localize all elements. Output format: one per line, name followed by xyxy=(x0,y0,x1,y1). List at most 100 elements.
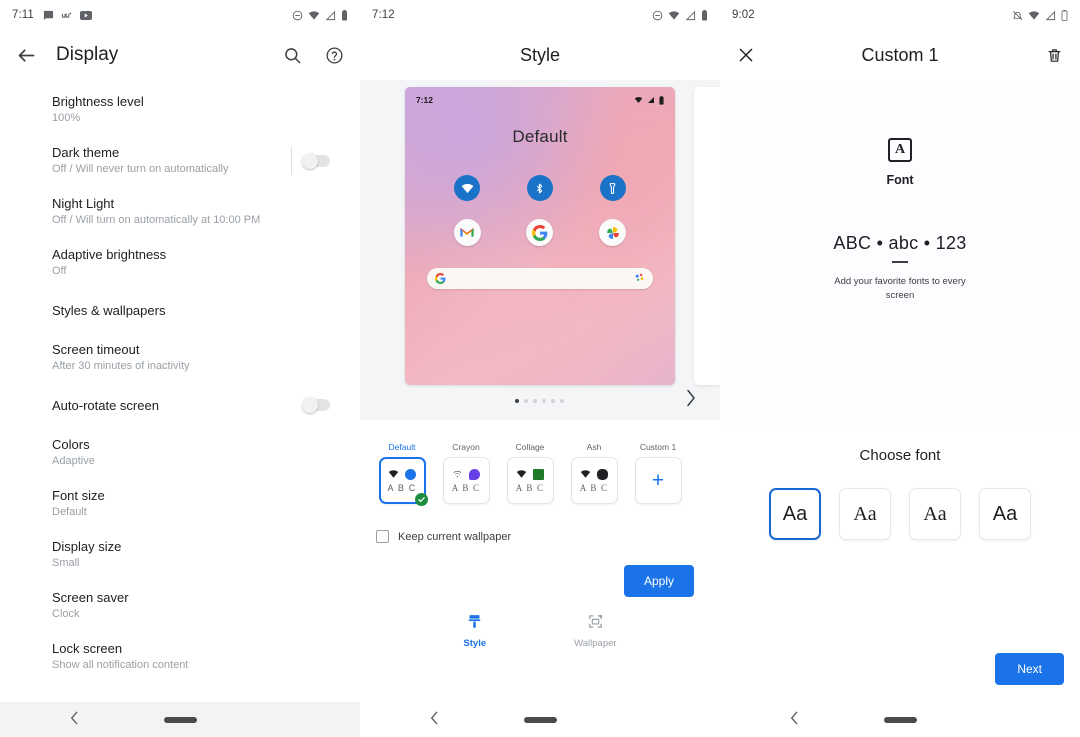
apply-button-row: Apply xyxy=(360,543,720,597)
settings-row-auto-rotate-screen[interactable]: Auto-rotate screen xyxy=(0,383,360,427)
wifi-icon xyxy=(388,470,399,478)
thumb-label: Custom 1 xyxy=(639,442,677,452)
row-subtitle: Off / Will never turn on automatically xyxy=(52,163,229,175)
home-screen-preview[interactable]: 7:12 Default xyxy=(405,87,675,385)
row-subtitle: Show all notification content xyxy=(52,659,189,671)
settings-row-night-light[interactable]: Night Light Off / Will turn on automatic… xyxy=(0,186,360,237)
settings-row-lock-screen[interactable]: Lock screen Show all notification conten… xyxy=(0,631,360,682)
page-dot[interactable] xyxy=(560,398,564,403)
home-pill[interactable] xyxy=(883,716,917,723)
system-nav-bar xyxy=(0,702,360,737)
wallpaper-icon xyxy=(587,613,604,635)
tab-label: Wallpaper xyxy=(574,638,617,649)
thumb-box[interactable]: A B C xyxy=(570,457,618,504)
wallpaper-preview-stage: 7:12 Default xyxy=(360,80,720,420)
row-texts: Font size Default xyxy=(52,487,344,520)
row-title: Styles & wallpapers xyxy=(52,302,166,318)
plus-icon: + xyxy=(651,469,665,492)
thumb-box[interactable]: A B C xyxy=(442,457,490,504)
row-subtitle: Default xyxy=(52,506,87,518)
brush-icon xyxy=(466,613,483,635)
dnd-icon xyxy=(652,10,663,20)
chat-icon xyxy=(43,10,54,20)
custom-style-font-screen: 9:02 Custom 1 A Font ABC • abc • 123 Add… xyxy=(720,0,1080,737)
font-tile-3[interactable]: Aa xyxy=(909,488,961,540)
shape-swatch-square xyxy=(533,468,544,480)
battery-icon xyxy=(1061,9,1068,21)
status-bar: 7:12 xyxy=(360,0,720,30)
tab-wallpaper[interactable]: Wallpaper xyxy=(574,613,617,649)
font-tile-4[interactable]: Aa xyxy=(979,488,1031,540)
hero-description: Add your favorite fonts to every screen xyxy=(834,275,966,301)
thumb-icons xyxy=(580,468,608,480)
settings-row-styles-wallpapers[interactable]: Styles & wallpapers xyxy=(0,288,360,332)
display-app-bar: Display xyxy=(0,30,360,80)
settings-row-dark-theme[interactable]: Dark theme Off / Will never turn on auto… xyxy=(0,135,360,186)
settings-row-screen-timeout[interactable]: Screen timeout After 30 minutes of inact… xyxy=(0,332,360,383)
keep-wallpaper-label: Keep current wallpaper xyxy=(398,530,512,543)
trash-icon[interactable] xyxy=(1042,43,1066,67)
settings-row-brightness-level[interactable]: Brightness level 100% xyxy=(0,84,360,135)
font-tile-1[interactable]: Aa xyxy=(769,488,821,540)
thumb-icons xyxy=(388,468,416,480)
thumb-box[interactable]: A B C xyxy=(378,457,428,506)
back-chevron-icon[interactable] xyxy=(790,711,799,728)
style-thumb-ash[interactable]: Ash A B C xyxy=(568,442,620,504)
row-subtitle: After 30 minutes of inactivity xyxy=(52,360,190,372)
next-preview-peek[interactable] xyxy=(694,87,720,385)
thumb-label: Ash xyxy=(586,442,602,452)
status-bar: 9:02 xyxy=(720,0,1080,30)
battery-icon xyxy=(342,9,347,20)
settings-row-display-size[interactable]: Display size Small xyxy=(0,529,360,580)
keep-wallpaper-row[interactable]: Keep current wallpaper xyxy=(360,504,720,543)
selected-check-icon xyxy=(414,493,428,506)
settings-row-font-size[interactable]: Font size Default xyxy=(0,478,360,529)
close-icon[interactable] xyxy=(734,43,758,67)
dark-theme-toggle[interactable] xyxy=(302,152,330,169)
add-custom-style-button[interactable]: + xyxy=(634,457,682,504)
style-thumb-crayon[interactable]: Crayon A B C xyxy=(440,442,492,504)
next-button[interactable]: Next xyxy=(995,653,1064,685)
page-dot[interactable] xyxy=(542,398,546,403)
thumb-box[interactable]: A B C xyxy=(506,457,554,504)
row-texts: Display size Small xyxy=(52,538,344,571)
display-settings-screen: 7:11 Display Brightness level 100% Dark … xyxy=(0,0,360,737)
search-icon[interactable] xyxy=(280,43,304,67)
keep-wallpaper-checkbox[interactable] xyxy=(376,530,389,543)
row-subtitle: Small xyxy=(52,557,80,569)
chevron-right-icon[interactable] xyxy=(684,389,698,412)
settings-row-colors[interactable]: Colors Adaptive xyxy=(0,427,360,478)
home-pill[interactable] xyxy=(523,716,557,723)
row-title: Dark theme xyxy=(52,145,120,160)
style-thumb-default[interactable]: Default A B C xyxy=(376,442,428,506)
settings-row-screen-saver[interactable]: Screen saver Clock xyxy=(0,580,360,631)
tab-style[interactable]: Style xyxy=(463,613,486,649)
page-dot[interactable] xyxy=(551,398,555,403)
page-dot[interactable] xyxy=(533,398,537,403)
font-hero-section: A Font ABC • abc • 123 Add your favorite… xyxy=(720,80,1080,425)
google-g-icon xyxy=(435,273,446,284)
page-dot[interactable] xyxy=(524,398,528,403)
auto-rotate-toggle[interactable] xyxy=(302,397,330,413)
back-chevron-icon[interactable] xyxy=(70,711,79,728)
row-texts: Lock screen Show all notification conten… xyxy=(52,640,344,673)
signal-icon xyxy=(648,97,654,103)
settings-row-adaptive-brightness[interactable]: Adaptive brightness Off xyxy=(0,237,360,288)
thumb-icons xyxy=(452,468,480,480)
row-title: Screen timeout xyxy=(52,342,140,357)
style-thumb-collage[interactable]: Collage A B C xyxy=(504,442,556,504)
row-title: Night Light xyxy=(52,196,115,211)
style-app-bar: Style xyxy=(360,30,720,80)
back-arrow-icon[interactable] xyxy=(14,43,38,67)
tab-label: Style xyxy=(463,638,487,649)
help-icon[interactable] xyxy=(322,43,346,67)
page-dot[interactable] xyxy=(515,398,519,403)
status-clock: 9:02 xyxy=(732,9,755,21)
font-tile-2[interactable]: Aa xyxy=(839,488,891,540)
style-thumb-custom-1[interactable]: Custom 1 + xyxy=(632,442,684,504)
back-chevron-icon[interactable] xyxy=(430,711,439,728)
apply-button[interactable]: Apply xyxy=(623,565,694,597)
home-pill[interactable] xyxy=(163,716,197,723)
shape-swatch-blob xyxy=(469,468,480,480)
wifi-icon xyxy=(453,470,462,478)
